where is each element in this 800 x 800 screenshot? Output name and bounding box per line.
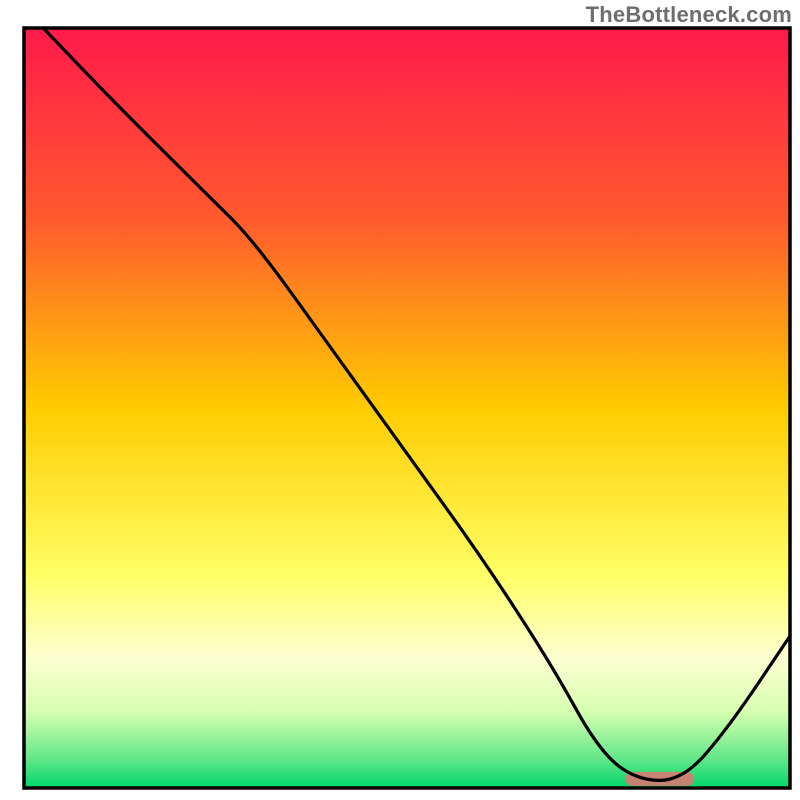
bottleneck-chart [0,0,800,800]
chart-container: TheBottleneck.com [0,0,800,800]
attribution-label: TheBottleneck.com [586,2,792,28]
gradient-background [24,28,790,788]
